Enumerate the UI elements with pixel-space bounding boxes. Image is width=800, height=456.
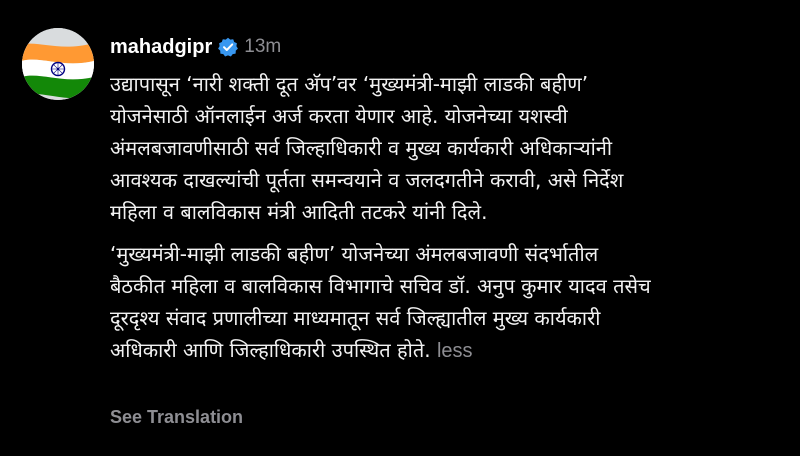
caption-line: महिला व बालविकास मंत्री आदिती तटकरे यांन…	[110, 200, 488, 224]
india-flag-icon	[22, 28, 94, 100]
username-link[interactable]: mahadgipr	[110, 36, 212, 59]
post-header: mahadgipr 13m	[110, 34, 281, 60]
avatar[interactable]	[22, 28, 94, 100]
caption-line: दूरदृश्य संवाद प्रणालीच्या माध्यमातून सर…	[110, 306, 601, 330]
verified-badge-icon	[218, 37, 239, 57]
post-caption: उद्यापासून ‘नारी शक्ती दूत अ‍ॅप’वर ‘मुख्…	[110, 68, 790, 367]
caption-line: बैठकीत महिला व बालविकास विभागाचे सचिव डॉ…	[110, 274, 651, 298]
caption-line: योजनेसाठी ऑनलाईन अर्ज करता येणार आहे. यो…	[110, 104, 568, 128]
see-translation-link[interactable]: See Translation	[110, 407, 243, 428]
caption-line: उद्यापासून ‘नारी शक्ती दूत अ‍ॅप’वर ‘मुख्…	[110, 72, 589, 96]
caption-paragraph-1: उद्यापासून ‘नारी शक्ती दूत अ‍ॅप’वर ‘मुख्…	[110, 68, 790, 228]
caption-line-text: अधिकारी आणि जिल्हाधिकारी उपस्थित होते.	[110, 338, 431, 362]
caption-line: आवश्यक दाखल्यांची पूर्तता समन्वयाने व जल…	[110, 168, 624, 192]
caption-line: ‘मुख्यमंत्री-माझी लाडकी बहीण’ योजनेच्या …	[110, 242, 599, 266]
caption-line: अंमलबजावणीसाठी सर्व जिल्हाधिकारी व मुख्य…	[110, 136, 613, 160]
timestamp: 13m	[244, 36, 282, 57]
caption-paragraph-2: ‘मुख्यमंत्री-माझी लाडकी बहीण’ योजनेच्या …	[110, 238, 790, 367]
caption-last-line: अधिकारी आणि जिल्हाधिकारी उपस्थित होते. l…	[110, 334, 790, 367]
less-link[interactable]: less	[437, 340, 473, 362]
